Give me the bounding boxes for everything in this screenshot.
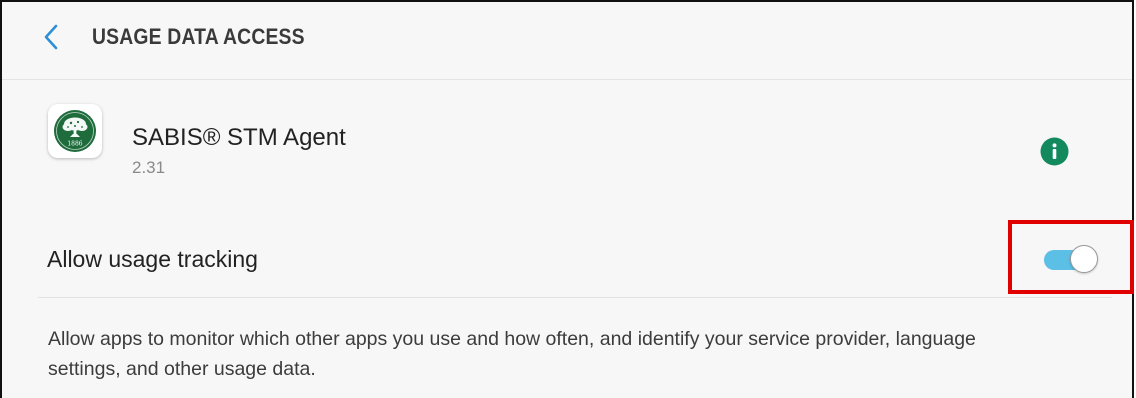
- toggle-label: Allow usage tracking: [47, 246, 258, 272]
- page-title: USAGE DATA ACCESS: [92, 24, 305, 49]
- screen: USAGE DATA ACCESS 1886 SABIS® STM Agent …: [0, 0, 1134, 398]
- info-icon: [1040, 137, 1069, 166]
- app-version: 2.31: [132, 158, 166, 177]
- highlight-annotation: [1008, 220, 1134, 294]
- setting-description: Allow apps to monitor which other apps y…: [48, 328, 976, 380]
- app-bar: USAGE DATA ACCESS: [2, 2, 1132, 80]
- logo-year: 1886: [67, 141, 82, 148]
- app-info-button[interactable]: [1040, 137, 1069, 166]
- app-info-row: 1886 SABIS® STM Agent 2.31: [2, 80, 1132, 208]
- allow-usage-tracking-row[interactable]: Allow usage tracking: [38, 208, 1112, 298]
- app-icon: 1886: [48, 104, 102, 158]
- chevron-left-icon: [44, 24, 58, 50]
- sabis-tree-logo-icon: 1886: [54, 110, 96, 152]
- back-button[interactable]: [36, 20, 66, 54]
- app-name: SABIS® STM Agent: [132, 124, 346, 151]
